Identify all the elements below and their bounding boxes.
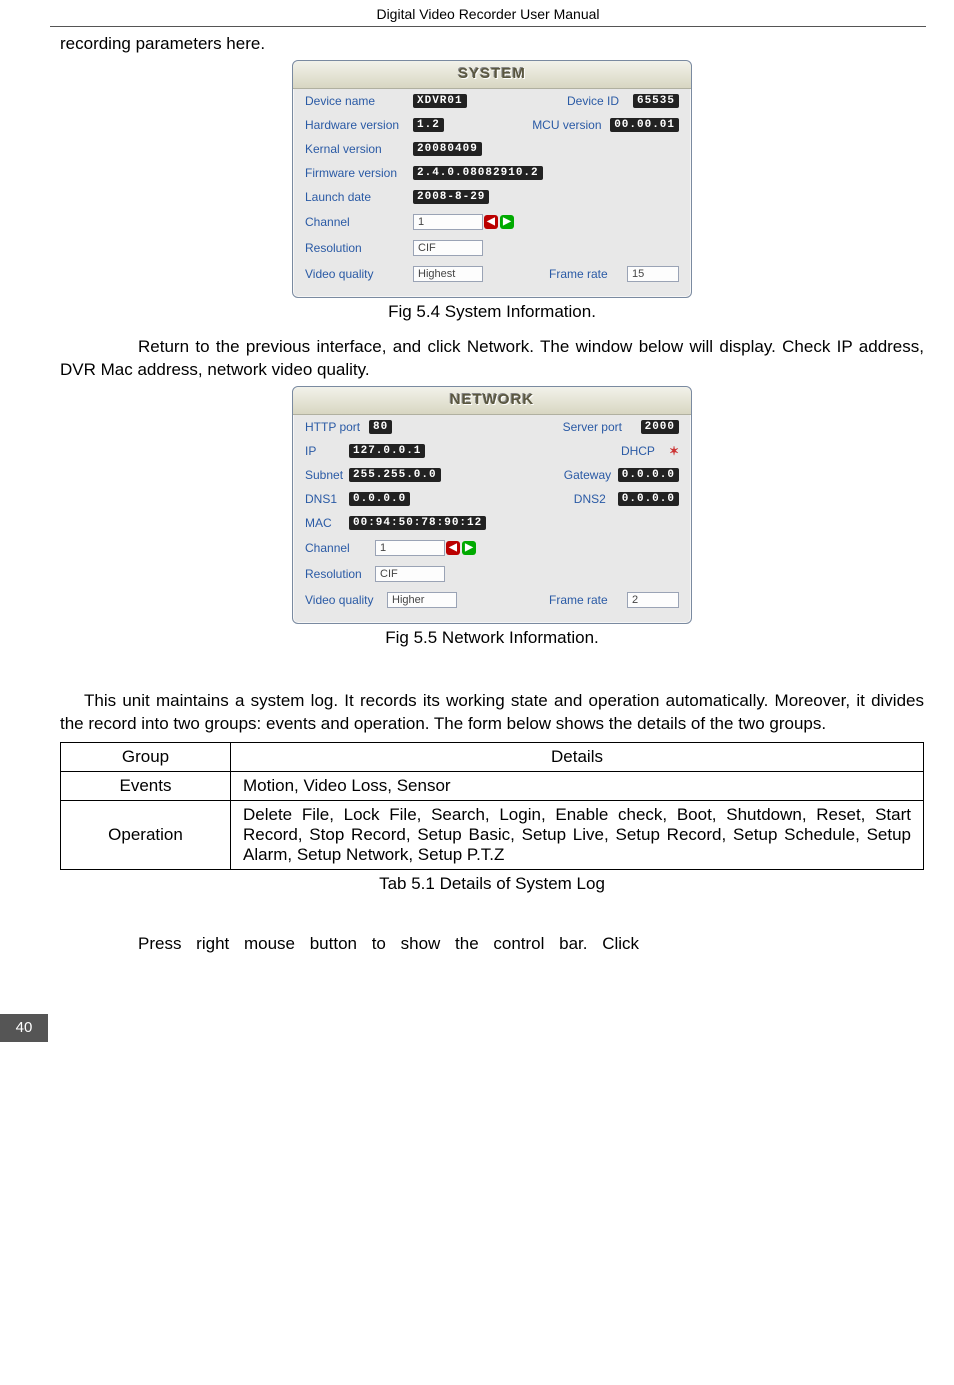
fig-5-4-caption: Fig 5.4 System Information.: [60, 302, 924, 322]
final-paragraph: Press right mouse button to show the con…: [60, 934, 924, 954]
cell-operation-group: Operation: [61, 800, 231, 869]
network-panel-title: NETWORK: [293, 387, 691, 415]
server-port-value: 2000: [641, 420, 679, 434]
subnet-value: 255.255.0.0: [349, 468, 441, 482]
resolution-field[interactable]: CIF: [413, 240, 483, 256]
video-quality-label: Video quality: [305, 267, 413, 281]
mid-paragraph: Return to the previous interface, and cl…: [60, 336, 924, 382]
kernal-version-value: 20080409: [413, 142, 482, 156]
intro-line: recording parameters here.: [60, 33, 924, 56]
net-video-quality-label: Video quality: [305, 593, 387, 607]
channel-label: Channel: [305, 215, 413, 229]
cell-events-details: Motion, Video Loss, Sensor: [231, 771, 924, 800]
http-port-value: 80: [369, 420, 392, 434]
system-panel-title: SYSTEM: [293, 61, 691, 89]
mac-label: MAC: [305, 516, 349, 530]
mac-value: 00:94:50:78:90:12: [349, 516, 486, 530]
table-row: Events Motion, Video Loss, Sensor: [61, 771, 924, 800]
dns1-value: 0.0.0.0: [349, 492, 410, 506]
log-intro-paragraph: This unit maintains a system log. It rec…: [60, 690, 924, 736]
dhcp-disabled-icon: ✶: [669, 444, 679, 458]
table-row: Operation Delete File, Lock File, Search…: [61, 800, 924, 869]
net-frame-rate-field[interactable]: 2: [627, 592, 679, 608]
dns1-label: DNS1: [305, 492, 349, 506]
kernal-version-label: Kernal version: [305, 142, 413, 156]
page-number-badge: 40: [0, 1014, 48, 1042]
device-name-value: XDVR01: [413, 94, 467, 108]
net-channel-label: Channel: [305, 541, 375, 555]
http-port-label: HTTP port: [305, 420, 369, 434]
ip-label: IP: [305, 444, 349, 458]
net-channel-field[interactable]: 1: [375, 540, 445, 556]
firmware-version-label: Firmware version: [305, 166, 413, 180]
network-panel: NETWORK HTTP port 80 Server port 2000 IP…: [292, 386, 692, 624]
col-header-group: Group: [61, 742, 231, 771]
dns2-label: DNS2: [574, 492, 618, 506]
channel-field[interactable]: 1: [413, 214, 483, 230]
subnet-label: Subnet: [305, 468, 349, 482]
channel-prev-icon[interactable]: ◀: [484, 215, 498, 229]
device-id-label: Device ID: [567, 94, 633, 108]
hw-version-label: Hardware version: [305, 118, 413, 132]
frame-rate-field[interactable]: 15: [627, 266, 679, 282]
net-resolution-field[interactable]: CIF: [375, 566, 445, 582]
hw-version-value: 1.2: [413, 118, 444, 132]
net-resolution-label: Resolution: [305, 567, 375, 581]
cell-events-group: Events: [61, 771, 231, 800]
fig-5-5-caption: Fig 5.5 Network Information.: [60, 628, 924, 648]
net-frame-rate-label: Frame rate: [549, 593, 627, 607]
system-panel: SYSTEM Device name XDVR01 Device ID 6553…: [292, 60, 692, 298]
launch-date-label: Launch date: [305, 190, 413, 204]
gateway-value: 0.0.0.0: [618, 468, 679, 482]
resolution-label: Resolution: [305, 241, 413, 255]
server-port-label: Server port: [563, 420, 641, 434]
net-video-quality-field[interactable]: Higher: [387, 592, 457, 608]
table-header-row: Group Details: [61, 742, 924, 771]
launch-date-value: 2008-8-29: [413, 190, 489, 204]
net-channel-next-icon[interactable]: ▶: [462, 541, 476, 555]
system-log-table: Group Details Events Motion, Video Loss,…: [60, 742, 924, 870]
dns2-value: 0.0.0.0: [618, 492, 679, 506]
ip-value: 127.0.0.1: [349, 444, 425, 458]
col-header-details: Details: [231, 742, 924, 771]
video-quality-field[interactable]: Highest: [413, 266, 483, 282]
page-header: Digital Video Recorder User Manual: [50, 0, 926, 27]
mcu-version-label: MCU version: [532, 118, 610, 132]
net-channel-prev-icon[interactable]: ◀: [446, 541, 460, 555]
firmware-version-value: 2.4.0.08082910.2: [413, 166, 543, 180]
cell-operation-details: Delete File, Lock File, Search, Login, E…: [231, 800, 924, 869]
gateway-label: Gateway: [564, 468, 618, 482]
frame-rate-label: Frame rate: [549, 267, 627, 281]
tab-5-1-caption: Tab 5.1 Details of System Log: [60, 874, 924, 894]
dhcp-label: DHCP: [621, 444, 665, 458]
mcu-version-value: 00.00.01: [610, 118, 679, 132]
channel-next-icon[interactable]: ▶: [500, 215, 514, 229]
device-id-value: 65535: [633, 94, 679, 108]
device-name-label: Device name: [305, 94, 413, 108]
